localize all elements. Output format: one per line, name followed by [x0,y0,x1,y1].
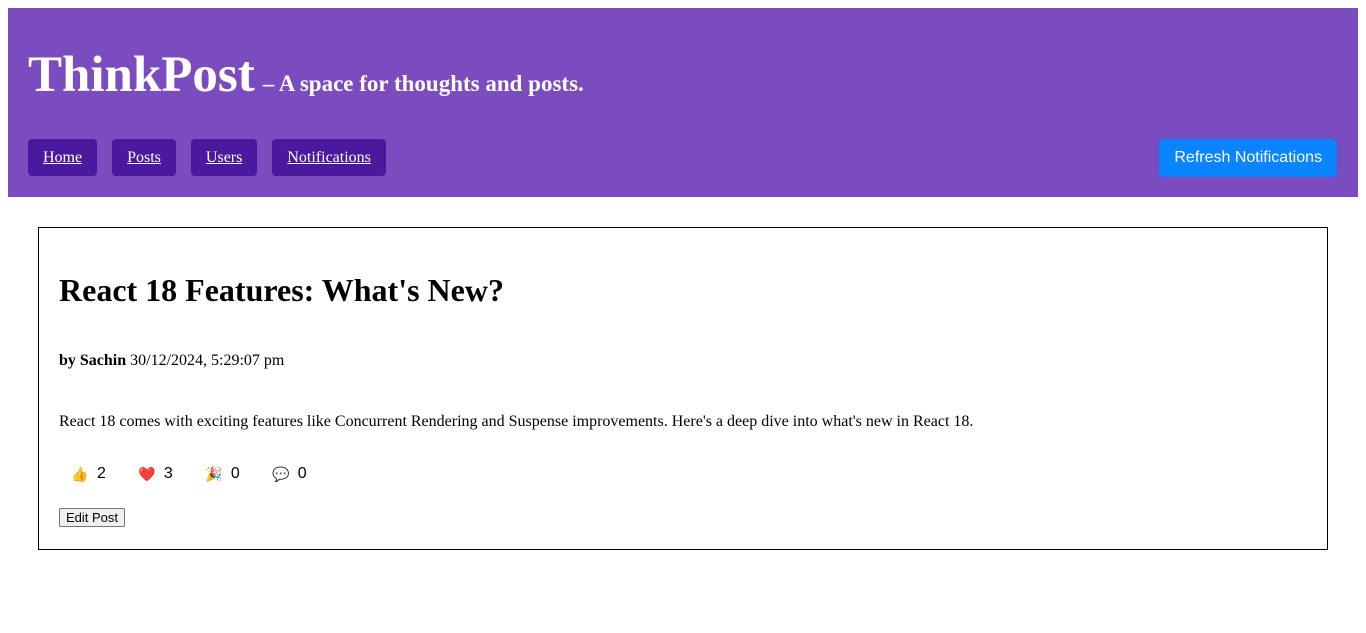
reaction-count: 3 [163,465,173,482]
site-subtitle: – A space for thoughts and posts. [262,71,584,96]
refresh-notifications-button[interactable]: Refresh Notifications [1159,139,1337,177]
party-popper-icon: 🎉 [205,465,223,482]
site-title: ThinkPost [28,47,255,103]
reaction-thumbs-up-button[interactable]: 👍 2 [59,463,118,485]
post-body: React 18 comes with exciting features li… [59,413,974,430]
reaction-count: 2 [97,465,106,482]
post-meta: by Sachin 30/12/2024, 5:29:07 pm [59,352,284,370]
reaction-comment-button[interactable]: 💬 0 [260,463,319,485]
reaction-party-button[interactable]: 🎉 0 [193,463,252,485]
nav-home-link[interactable]: Home [28,139,98,176]
post-author: by Sachin [59,352,127,369]
thumbs-up-icon: 👍 [71,465,89,482]
post-timestamp: 30/12/2024, 5:29:07 pm [130,352,285,369]
reaction-count: 0 [297,465,307,482]
reaction-heart-button[interactable]: ❤️ 3 [126,463,185,485]
nav-users-link[interactable]: Users [190,139,258,176]
site-header: ThinkPost – A space for thoughts and pos… [8,8,1358,197]
post-title: React 18 Features: What's New? [59,272,504,308]
edit-post-button[interactable]: Edit Post [59,508,126,527]
post-card: React 18 Features: What's New? by Sachin… [38,227,1328,550]
nav-notifications-link[interactable]: Notifications [272,139,386,176]
speech-bubble-icon: 💬 [272,465,290,482]
nav-posts-link[interactable]: Posts [112,139,176,176]
reaction-bar: 👍 2 ❤️ 3 🎉 0 💬 0 [59,463,319,485]
reaction-count: 0 [230,465,240,482]
main-nav: Home Posts Users Notifications [28,139,386,176]
heart-icon: ❤️ [138,465,156,482]
brand: ThinkPost – A space for thoughts and pos… [28,46,584,104]
